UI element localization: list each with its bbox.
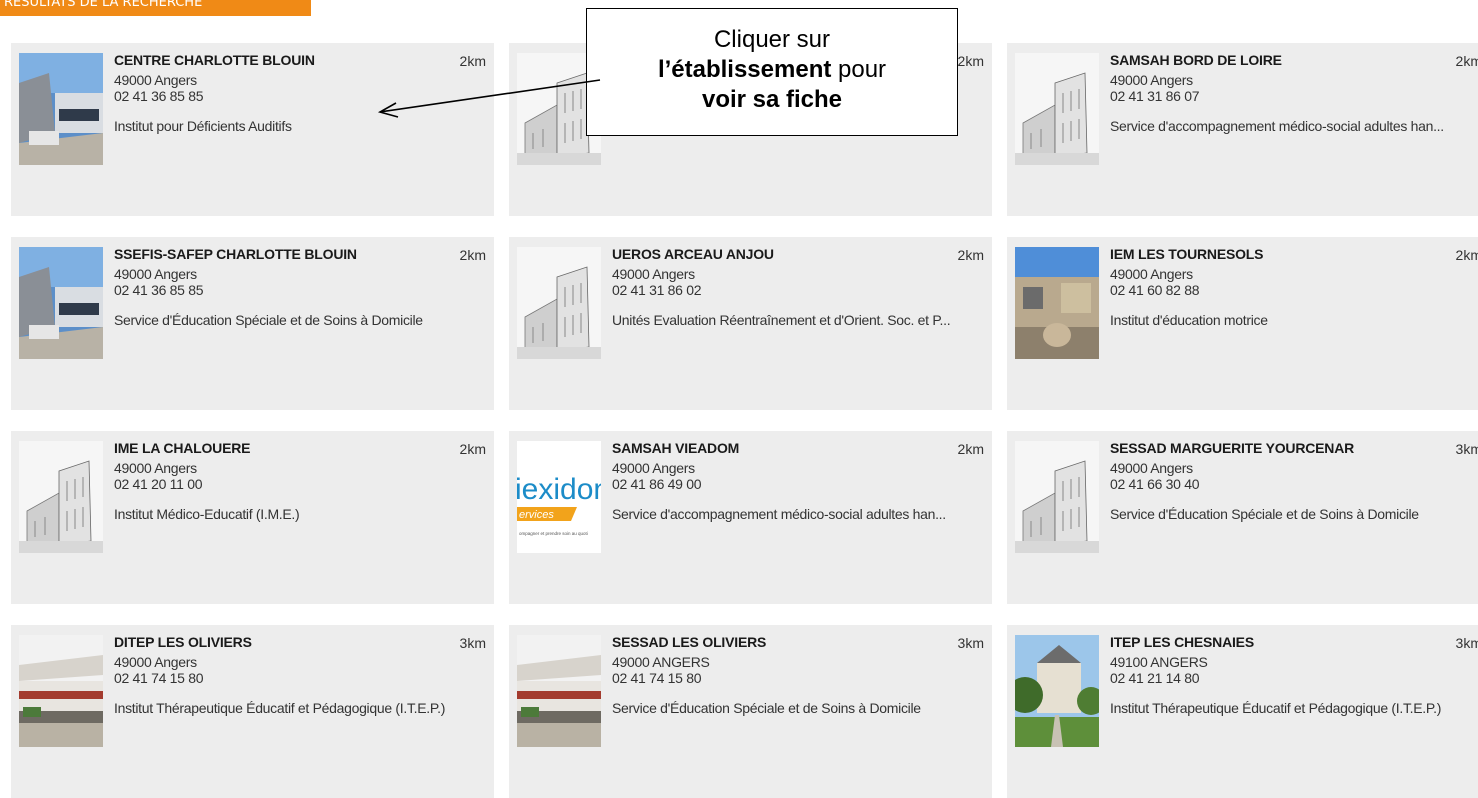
result-phone: 02 41 74 15 80 bbox=[114, 670, 204, 686]
result-city: 49000 ANGERS bbox=[612, 654, 710, 670]
building-sketch-image bbox=[1015, 441, 1099, 553]
result-thumbnail[interactable] bbox=[19, 635, 103, 747]
result-name[interactable]: SAMSAH BORD DE LOIRE bbox=[1110, 52, 1282, 68]
callout-line-3-bold: voir sa fiche bbox=[701, 86, 843, 113]
result-city: 49000 Angers bbox=[114, 266, 197, 282]
result-thumbnail[interactable]: iexidon ervices ompagner et prendre soin a… bbox=[517, 441, 601, 553]
result-distance: 2km bbox=[459, 441, 486, 457]
modern-building-photo-image bbox=[1015, 247, 1099, 359]
result-phone: 02 41 36 85 85 bbox=[114, 88, 204, 104]
building-photo-image bbox=[19, 53, 103, 165]
result-phone: 02 41 36 85 85 bbox=[114, 282, 204, 298]
result-city: 49000 Angers bbox=[1110, 266, 1193, 282]
result-card[interactable]: iexidon ervices ompagner et prendre soin a… bbox=[509, 431, 992, 604]
result-description: Service d'Éducation Spéciale et de Soins… bbox=[612, 700, 921, 716]
result-distance: 2km bbox=[459, 53, 486, 69]
result-thumbnail[interactable] bbox=[19, 441, 103, 553]
result-name[interactable]: SESSAD LES OLIVIERS bbox=[612, 634, 766, 650]
result-city: 49000 Angers bbox=[114, 72, 197, 88]
result-phone: 02 41 31 86 07 bbox=[1110, 88, 1200, 104]
result-name[interactable]: SAMSAH VIEADOM bbox=[612, 440, 739, 456]
result-distance: 3km bbox=[459, 635, 486, 651]
result-card[interactable]: SSEFIS-SAFEP CHARLOTTE BLOUIN 2km 49000 An… bbox=[11, 237, 494, 410]
result-name[interactable]: ITEP LES CHESNAIES bbox=[1110, 634, 1254, 650]
result-name[interactable]: IEM LES TOURNESOLS bbox=[1110, 246, 1263, 262]
result-description: Institut Thérapeutique Éducatif et Pédag… bbox=[1110, 700, 1442, 716]
result-description: Service d'Éducation Spéciale et de Soins… bbox=[114, 312, 423, 328]
result-distance: 2km bbox=[957, 441, 984, 457]
result-name[interactable]: SESSAD MARGUERITE YOURCENAR bbox=[1110, 440, 1354, 456]
building-sketch-image bbox=[19, 441, 103, 553]
result-distance: 3km bbox=[1455, 635, 1478, 651]
brick-building-photo-image bbox=[517, 635, 601, 747]
result-city: 49100 ANGERS bbox=[1110, 654, 1208, 670]
result-description: Institut Thérapeutique Éducatif et Pédag… bbox=[114, 700, 446, 716]
park-building-photo-image bbox=[1015, 635, 1099, 747]
result-thumbnail[interactable] bbox=[19, 53, 103, 165]
building-sketch-image bbox=[517, 247, 601, 359]
result-description: Service d'Éducation Spéciale et de Soins… bbox=[1110, 506, 1419, 522]
callout-line-2: l’établissement pour bbox=[587, 55, 957, 85]
result-name[interactable]: SSEFIS-SAFEP CHARLOTTE BLOUIN bbox=[114, 246, 357, 262]
result-description: Institut pour Déficients Auditifs bbox=[114, 118, 292, 134]
result-card[interactable]: UEROS ARCEAU ANJOU 2km 49000 Angers 02 41 3… bbox=[509, 237, 992, 410]
result-city: 49000 Angers bbox=[612, 266, 695, 282]
callout-line-3: voir sa fiche bbox=[587, 85, 957, 115]
result-distance: 2km bbox=[957, 247, 984, 263]
result-name[interactable]: DITEP LES OLIVIERS bbox=[114, 634, 252, 650]
result-city: 49000 Angers bbox=[114, 460, 197, 476]
result-thumbnail[interactable] bbox=[517, 247, 601, 359]
result-name[interactable]: CENTRE CHARLOTTE BLOUIN bbox=[114, 52, 315, 68]
result-description: Institut d'éducation motrice bbox=[1110, 312, 1268, 328]
result-distance: 2km bbox=[1455, 53, 1478, 69]
result-card[interactable]: SESSAD LES OLIVIERS 3km 49000 ANGERS 02 41 … bbox=[509, 625, 992, 798]
callout-line-2-bold: l’établissement bbox=[657, 56, 832, 83]
result-distance: 3km bbox=[1455, 441, 1478, 457]
result-description: Service d'accompagnement médico-social a… bbox=[1110, 118, 1444, 134]
result-card[interactable]: ITEP LES CHESNAIES 3km 49100 ANGERS 02 41 2… bbox=[1007, 625, 1478, 798]
result-card[interactable]: SAMSAH BORD DE LOIRE 2km 49000 Angers 02 41… bbox=[1007, 43, 1478, 216]
result-name[interactable]: IME LA CHALOUERE bbox=[114, 440, 250, 456]
result-phone: 02 41 31 86 02 bbox=[612, 282, 702, 298]
result-thumbnail[interactable] bbox=[1015, 441, 1099, 553]
result-phone: 02 41 66 30 40 bbox=[1110, 476, 1200, 492]
result-phone: 02 41 74 15 80 bbox=[612, 670, 702, 686]
result-city: 49000 Angers bbox=[612, 460, 695, 476]
logo-image: iexidon ervices ompagner et prendre soin a… bbox=[517, 441, 601, 553]
instruction-callout: Cliquer sur l’établissement pour voir sa… bbox=[586, 8, 958, 136]
result-phone: 02 41 21 14 80 bbox=[1110, 670, 1200, 686]
result-distance: 2km bbox=[957, 53, 984, 69]
result-phone: 02 41 86 49 00 bbox=[612, 476, 702, 492]
result-phone: 02 41 60 82 88 bbox=[1110, 282, 1200, 298]
result-thumbnail[interactable] bbox=[1015, 53, 1099, 165]
result-description: Unités Evaluation Réentraînement et d'Or… bbox=[612, 312, 951, 328]
building-photo-image bbox=[19, 247, 103, 359]
result-card[interactable]: DITEP LES OLIVIERS 3km 49000 Angers 02 41 7… bbox=[11, 625, 494, 798]
result-thumbnail[interactable] bbox=[517, 635, 601, 747]
result-card[interactable]: IME LA CHALOUERE 2km 49000 Angers 02 41 20 … bbox=[11, 431, 494, 604]
result-distance: 2km bbox=[1455, 247, 1478, 263]
result-distance: 3km bbox=[957, 635, 984, 651]
result-description: Institut Médico-Educatif (I.M.E.) bbox=[114, 506, 300, 522]
callout-line-2-rest: pour bbox=[831, 56, 887, 83]
result-card[interactable]: SESSAD MARGUERITE YOURCENAR 3km 49000 Ange… bbox=[1007, 431, 1478, 604]
result-thumbnail[interactable] bbox=[1015, 635, 1099, 747]
result-card[interactable]: IEM LES TOURNESOLS 2km 49000 Angers 02 41 6… bbox=[1007, 237, 1478, 410]
logo-slogan: ompagner et prendre soin au quoti bbox=[519, 531, 588, 536]
result-card[interactable]: CENTRE CHARLOTTE BLOUIN 2km 49000 Angers 02… bbox=[11, 43, 494, 216]
result-distance: 2km bbox=[459, 247, 486, 263]
result-city: 49000 Angers bbox=[114, 654, 197, 670]
brick-building-photo-image bbox=[19, 635, 103, 747]
result-thumbnail[interactable] bbox=[19, 247, 103, 359]
logo-brand: iexidon bbox=[517, 473, 601, 506]
result-city: 49000 Angers bbox=[1110, 460, 1193, 476]
logo-tagline: ervices bbox=[519, 509, 554, 521]
result-description: Service d'accompagnement médico-social a… bbox=[612, 506, 946, 522]
result-thumbnail[interactable] bbox=[1015, 247, 1099, 359]
building-sketch-image bbox=[1015, 53, 1099, 165]
result-phone: 02 41 20 11 00 bbox=[114, 476, 203, 492]
result-city: 49000 Angers bbox=[1110, 72, 1193, 88]
callout-line-1: Cliquer sur bbox=[713, 26, 831, 53]
result-name[interactable]: UEROS ARCEAU ANJOU bbox=[612, 246, 774, 262]
